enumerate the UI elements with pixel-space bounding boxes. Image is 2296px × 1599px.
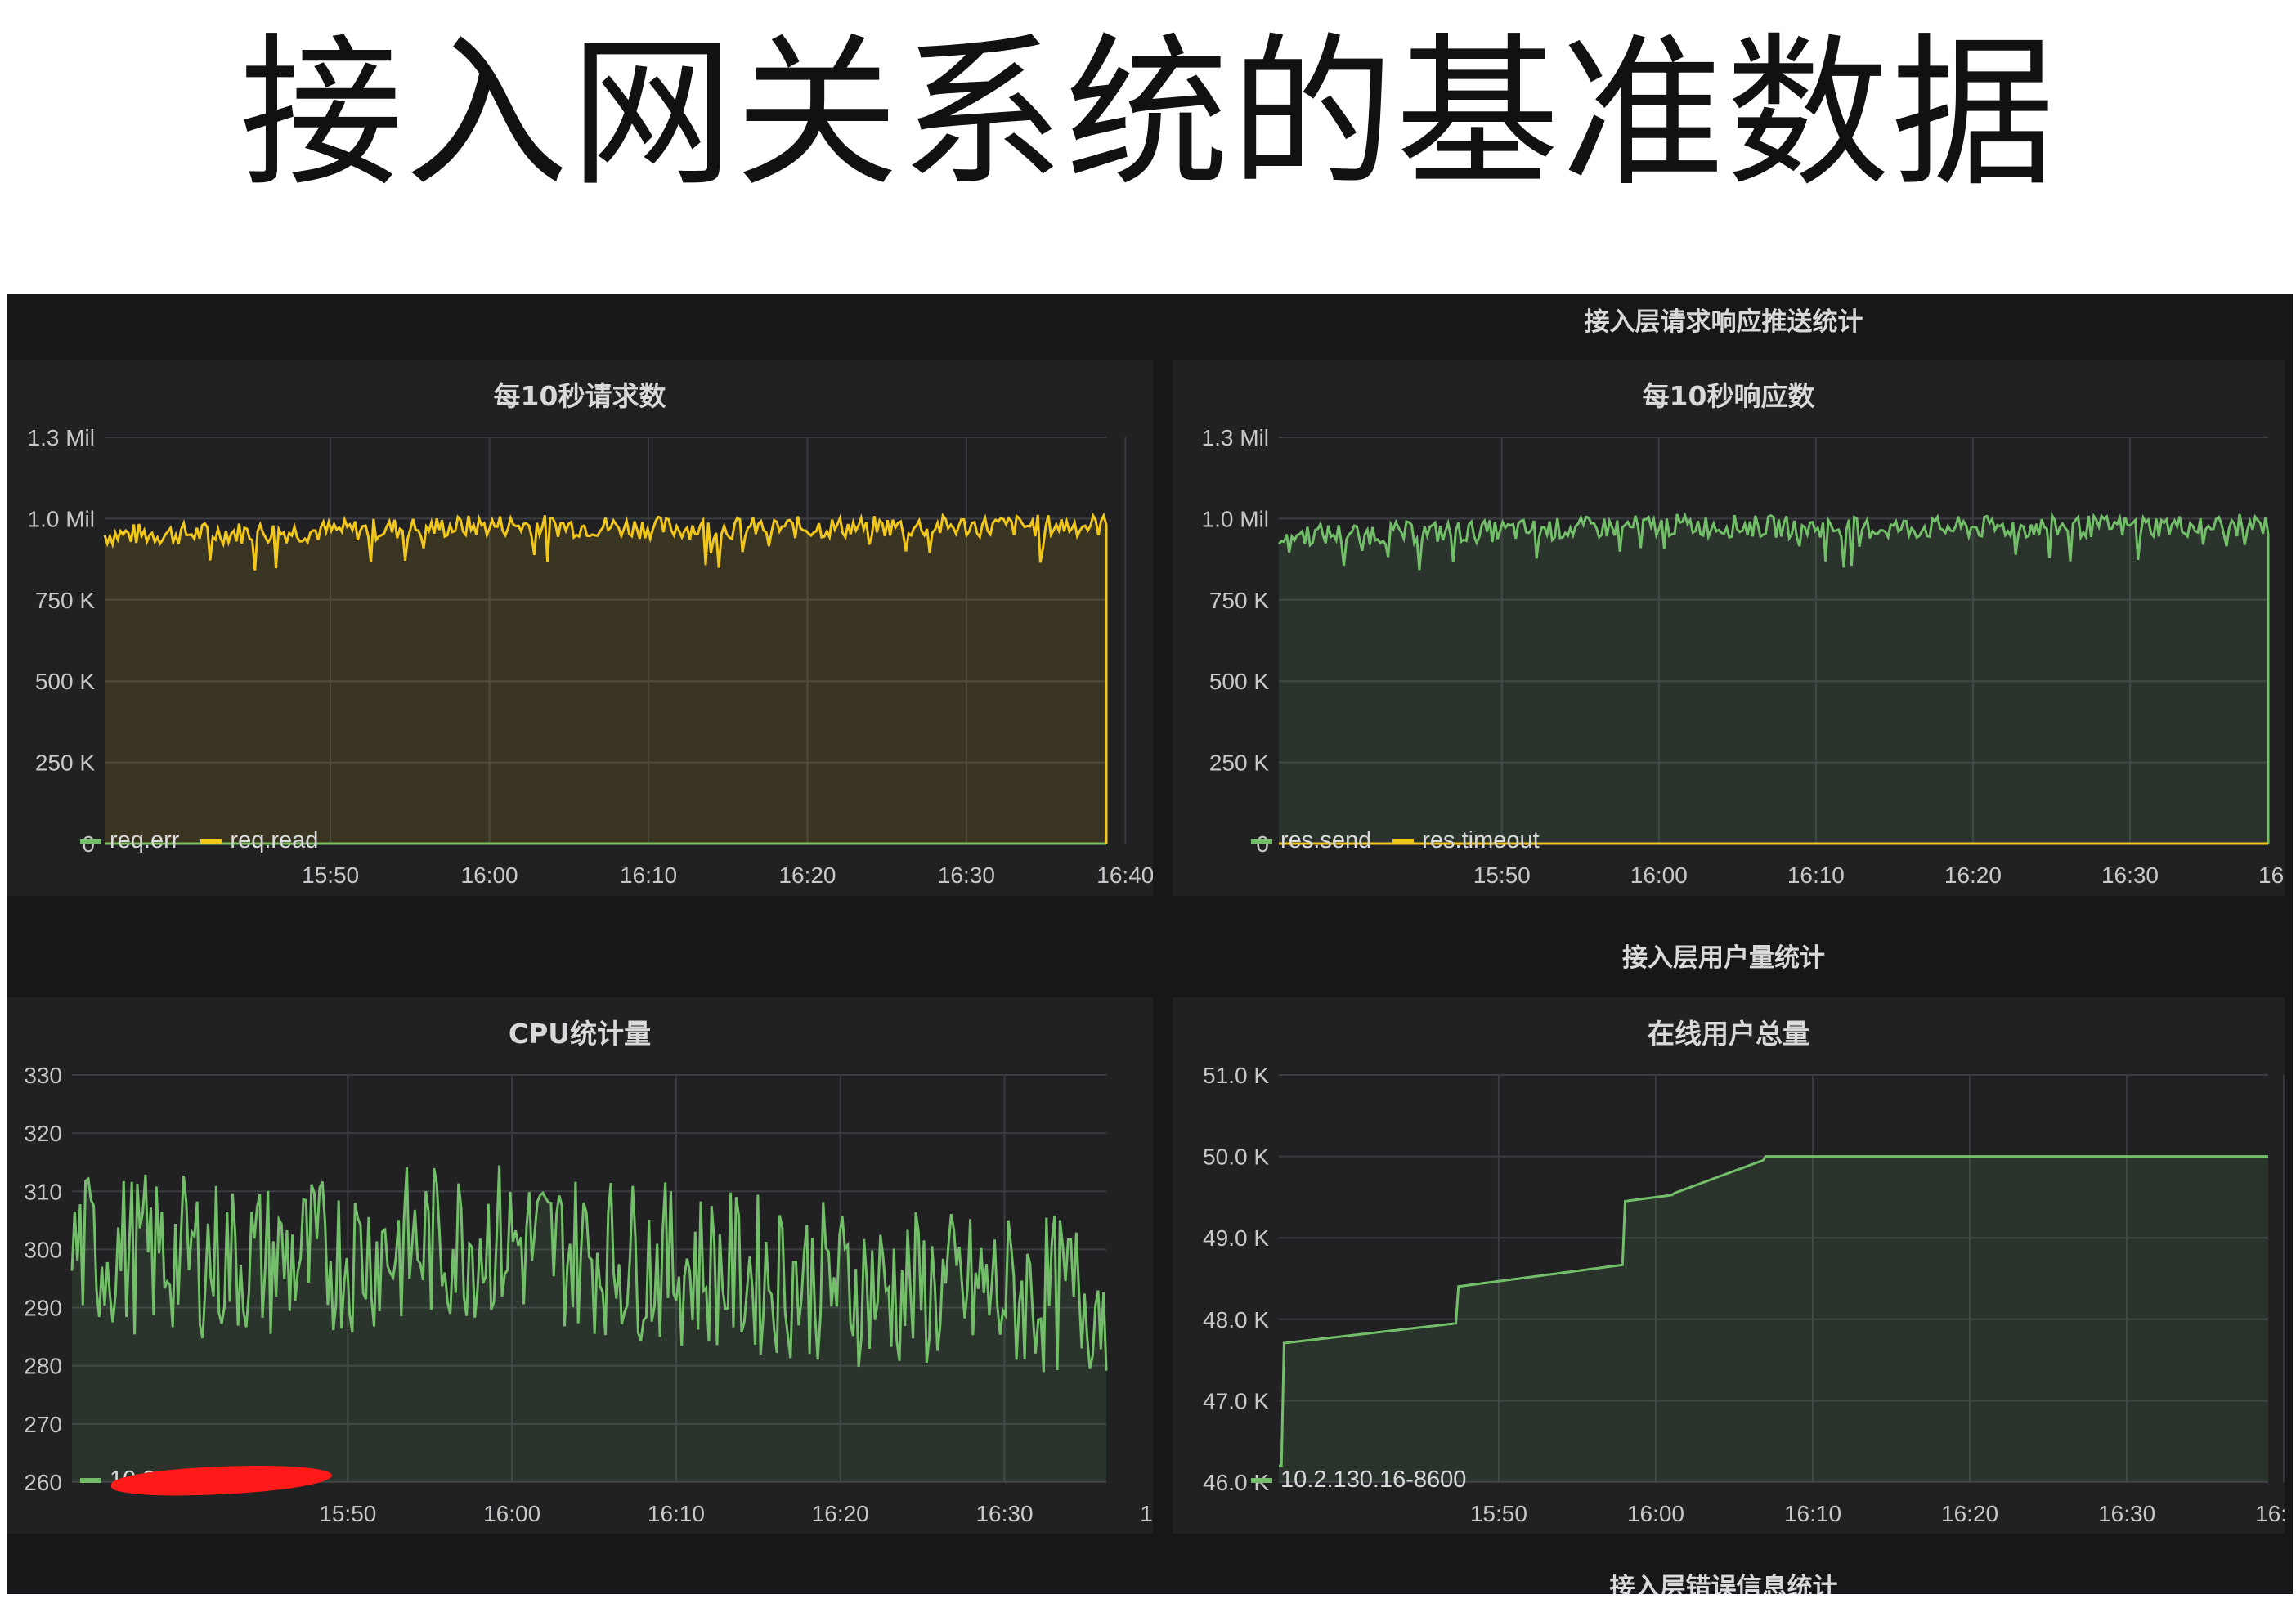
- series-area: [1279, 513, 2268, 844]
- x-tick-label: 15:50: [1473, 862, 1531, 888]
- row-title-errors[interactable]: 接入层错误信息统计: [1168, 1566, 2280, 1594]
- legend-item[interactable]: 10.2.130.16-8600: [1251, 1467, 1466, 1494]
- chart-responses: 0250 K500 K750 K1.0 Mil1.3 Mil15:50 16:00…: [1202, 425, 2285, 888]
- panel-cpu: CPU统计量 260 270 280 290 300 310 320 330 15:50 16:0…: [7, 997, 1153, 1534]
- legend-label: req.read: [230, 827, 319, 853]
- row-title-request-response[interactable]: 接入层请求响应推送统计: [1168, 301, 2280, 338]
- legend-item[interactable]: req.err: [80, 827, 179, 854]
- y-tick-label: 270: [24, 1412, 62, 1437]
- x-tick-label: 16:10: [1784, 1501, 1841, 1526]
- y-tick-label: 47.0 K: [1203, 1388, 1269, 1413]
- legend: req.err req.read: [80, 827, 318, 854]
- x-tick-label: 16:30: [2101, 862, 2159, 888]
- x-tick-label: 16:00: [1630, 862, 1688, 888]
- legend-label: res.send: [1280, 827, 1372, 853]
- x-tick-label: 16:30: [975, 1501, 1033, 1526]
- y-tick-label: 300: [24, 1237, 62, 1262]
- x-tick-label: 16:40: [2258, 862, 2285, 888]
- chart-cpu: 260 270 280 290 300 310 320 330 15:50 16:00 16:10 1…: [24, 1063, 1153, 1526]
- legend: 10.2.130.16-8600: [1251, 1467, 1466, 1494]
- y-tick-label: 330: [24, 1063, 62, 1088]
- panel-requests: 每10秒请求数 0 250 K 500 K 750 K 1.0 Mil 1.3 Mil 15…: [7, 360, 1153, 896]
- y-tick-label: 50.0 K: [1203, 1144, 1269, 1170]
- x-tick-label: 16:00: [461, 862, 518, 888]
- y-tick-label: 260: [24, 1470, 62, 1495]
- x-tick-label: 16:40: [2255, 1501, 2285, 1526]
- x-tick-label: 15:50: [302, 862, 359, 888]
- y-tick-label: 310: [24, 1179, 62, 1204]
- x-tick-label: 16:10: [648, 1501, 705, 1526]
- panel-responses: 每10秒响应数 0 250 K 500 K 750 K 1.0 Mil 1.3 Mil 15…: [1173, 360, 2285, 896]
- y-tick-label: 750 K: [35, 588, 95, 613]
- x-tick-label: 16:20: [1941, 1501, 1998, 1526]
- legend-swatch: [80, 1477, 101, 1483]
- y-tick-label: 250 K: [1209, 750, 1269, 776]
- y-tick-label: 48.0 K: [1203, 1307, 1269, 1332]
- x-tick-label: 16:30: [2098, 1501, 2155, 1526]
- legend: res.send res.timeout: [1251, 827, 1540, 854]
- x-tick-label: 16:00: [1627, 1501, 1684, 1526]
- x-tick-label: 16:20: [812, 1501, 869, 1526]
- legend-label: res.timeout: [1422, 827, 1540, 853]
- y-tick-label: 1.0 Mil: [1202, 506, 1269, 531]
- y-tick-label: 500 K: [35, 669, 95, 694]
- legend-swatch: [1251, 1477, 1272, 1483]
- slide-title: 接入网关系统的基准数据: [239, 19, 2056, 209]
- legend-swatch: [80, 838, 101, 844]
- row-title-user-count[interactable]: 接入层用户量统计: [1168, 937, 2280, 974]
- y-tick-label: 750 K: [1209, 588, 1269, 613]
- legend-label: 10.2.130.16-8600: [1280, 1467, 1467, 1493]
- y-tick-label: 250 K: [35, 750, 95, 776]
- legend-swatch: [1392, 838, 1415, 844]
- x-tick-label: 15:50: [1470, 1501, 1527, 1526]
- y-tick-label: 320: [24, 1121, 62, 1146]
- legend-item[interactable]: req.read: [200, 827, 318, 854]
- legend-swatch: [1251, 838, 1272, 844]
- chart-online-users: 46.0 K47.0 K48.0 K49.0 K50.0 K51.0 K15:5…: [1203, 1063, 2285, 1526]
- x-tick-label: 16:20: [1944, 862, 2002, 888]
- y-tick-label: 1.3 Mil: [1202, 425, 1269, 450]
- x-tick-label: 16:10: [620, 862, 677, 888]
- y-tick-label: 290: [24, 1296, 62, 1321]
- x-tick-label: 16:40: [1140, 1501, 1153, 1526]
- y-tick-label: 51.0 K: [1203, 1063, 1269, 1088]
- legend-item[interactable]: res.timeout: [1392, 827, 1540, 854]
- y-tick-label: 280: [24, 1354, 62, 1379]
- x-tick-label: 16:10: [1787, 862, 1845, 888]
- chart-requests: 0250 K500 K750 K1.0 Mil1.3 Mil15:50 16:00…: [28, 425, 1153, 888]
- y-tick-label: 1.3 Mil: [28, 425, 95, 450]
- y-tick-label: 49.0 K: [1203, 1225, 1269, 1251]
- legend-label: req.err: [110, 827, 180, 853]
- legend-swatch: [200, 838, 222, 844]
- panel-online-users: 在线用户总量 46.0 K 47.0 K 48.0 K 49.0 K 50.0 K 51.…: [1173, 997, 2285, 1534]
- dashboard: 接入层请求响应推送统计 每10秒请求数 0 250 K 500 K 750 K 1.0 …: [7, 294, 2293, 1594]
- y-tick-label: 1.0 Mil: [28, 506, 95, 531]
- x-tick-label: 15:50: [319, 1501, 376, 1526]
- x-tick-label: 16:00: [483, 1501, 540, 1526]
- x-tick-label: 16:40: [1096, 862, 1153, 888]
- legend-item[interactable]: res.send: [1251, 827, 1371, 854]
- x-tick-label: 16:30: [938, 862, 995, 888]
- x-tick-label: 16:20: [778, 862, 836, 888]
- y-tick-label: 500 K: [1209, 669, 1269, 694]
